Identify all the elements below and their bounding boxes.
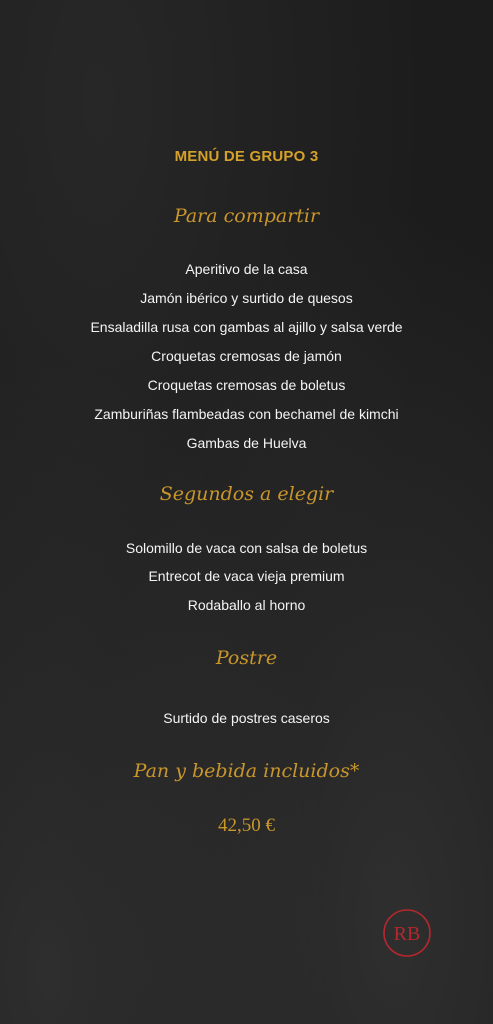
menu-item: Zamburiñas flambeadas con bechamel de ki… — [94, 406, 399, 422]
restaurant-logo-icon: RB — [381, 907, 433, 959]
section-heading-para-compartir: Para compartir — [173, 205, 320, 227]
menu-item: Gambas de Huelva — [186, 435, 307, 451]
menu-item: Solomillo de vaca con salsa de boletus — [125, 540, 368, 556]
section-heading-segundos: Segundos a elegir — [159, 483, 334, 505]
menu-item: Rodaballo al horno — [187, 597, 306, 613]
menu-item: Ensaladilla rusa con gambas al ajillo y … — [90, 319, 403, 335]
menu-item: Croquetas cremosas de jamón — [151, 348, 342, 364]
menu-item: Surtido de postres caseros — [163, 710, 330, 726]
section-heading-postre: Postre — [215, 647, 278, 669]
menu-title: MENÚ DE GRUPO 3 — [174, 148, 319, 165]
menu-item: Jamón ibérico y surtido de quesos — [140, 290, 353, 306]
menu-item: Aperitivo de la casa — [185, 261, 308, 277]
menu-item: Croquetas cremosas de boletus — [147, 377, 346, 393]
section-heading-pan-bebida: Pan y bebida incluidos* — [133, 760, 360, 782]
logo-monogram: RB — [394, 923, 421, 945]
menu-price: 42,50 € — [218, 815, 275, 836]
menu-item: Entrecot de vaca vieja premium — [148, 568, 345, 584]
